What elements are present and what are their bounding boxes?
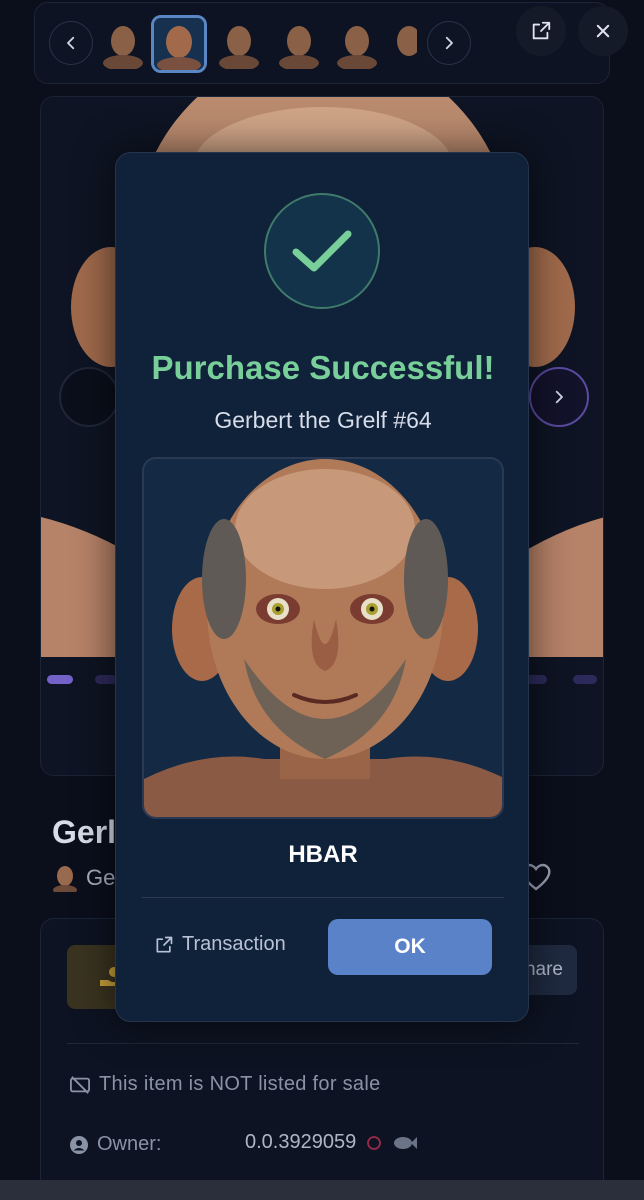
owner-label-row: Owner: <box>69 1133 161 1156</box>
avatar <box>53 866 77 892</box>
carousel-prev-button[interactable] <box>59 367 119 427</box>
no-sale-icon <box>70 1075 90 1094</box>
bottom-bar <box>0 1180 644 1200</box>
nft-image <box>142 457 504 819</box>
thumbnail[interactable] <box>275 17 323 69</box>
creator-name: Ge <box>86 865 116 890</box>
external-link-icon <box>156 936 173 952</box>
carousel-dot[interactable] <box>573 675 597 684</box>
transaction-link[interactable]: Transaction <box>154 933 286 956</box>
transaction-label: Transaction <box>182 933 286 955</box>
nft-name: Gerbert the Grelf #64 <box>214 407 432 433</box>
thumbnail[interactable] <box>333 17 381 69</box>
sale-status: This item is NOT listed for sale <box>69 1073 381 1096</box>
external-link-icon <box>532 21 551 40</box>
owner-account-id[interactable]: 0.0.3929059 <box>245 1131 356 1154</box>
close-button[interactable] <box>578 6 628 56</box>
owner-value-row[interactable]: 0.0.3929059 <box>245 1131 418 1154</box>
check-icon <box>292 230 352 272</box>
sale-status-text: This item is NOT listed for sale <box>99 1073 381 1095</box>
fish-icon <box>394 1136 418 1149</box>
price-currency: HBAR <box>288 841 358 868</box>
carousel-dot-active[interactable] <box>47 675 73 684</box>
divider <box>67 1043 579 1044</box>
ring-icon <box>367 1135 382 1150</box>
carousel-next-button[interactable] <box>529 367 589 427</box>
purchase-success-modal: Purchase Successful! Gerbert the Grelf #… <box>115 152 529 1022</box>
modal-title: Purchase Successful! <box>151 349 495 386</box>
carousel-dot[interactable] <box>95 675 117 684</box>
modal-divider <box>142 897 504 898</box>
creator-row[interactable]: Ge <box>52 864 115 892</box>
thumbnail-selected[interactable] <box>151 15 207 73</box>
chevron-left-icon <box>67 36 75 50</box>
thumbnail[interactable] <box>387 17 417 69</box>
owner-label: Owner: <box>97 1133 162 1155</box>
nft-title: Gerl <box>52 814 117 850</box>
thumb-next-button[interactable] <box>427 21 471 65</box>
user-icon <box>70 1135 88 1154</box>
success-badge <box>264 193 380 309</box>
chevron-right-icon <box>445 36 453 50</box>
thumbnail[interactable] <box>215 17 263 69</box>
thumbnail[interactable] <box>99 17 147 69</box>
open-external-button[interactable] <box>516 6 566 56</box>
chevron-right-icon <box>555 390 563 404</box>
close-icon <box>596 24 610 38</box>
thumb-prev-button[interactable] <box>49 21 93 65</box>
ok-button[interactable]: OK <box>328 919 492 975</box>
